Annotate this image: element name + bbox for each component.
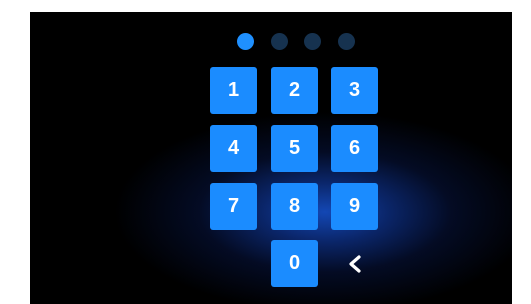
pin-entry-screen: 1 2 3 4 5 6 7 8 9 0 [30,12,512,304]
key-8-button[interactable]: 8 [271,183,318,230]
pin-progress-dots [237,32,355,50]
key-7-button[interactable]: 7 [210,183,257,230]
pin-dot-empty [337,32,355,50]
key-1-button[interactable]: 1 [210,67,257,114]
pin-dot-filled [237,32,254,50]
key-2-button[interactable]: 2 [271,67,318,114]
pin-dot-empty [270,32,288,50]
key-4-button[interactable]: 4 [210,125,257,172]
key-3-button[interactable]: 3 [331,67,378,114]
backspace-button[interactable] [341,250,369,278]
key-0-button[interactable]: 0 [271,240,318,287]
pin-dot-empty [304,32,322,50]
key-9-button[interactable]: 9 [331,183,378,230]
key-6-button[interactable]: 6 [331,125,378,172]
numeric-keypad: 1 2 3 4 5 6 7 8 9 0 [210,67,379,289]
key-5-button[interactable]: 5 [271,125,318,172]
chevron-left-icon [349,255,361,273]
